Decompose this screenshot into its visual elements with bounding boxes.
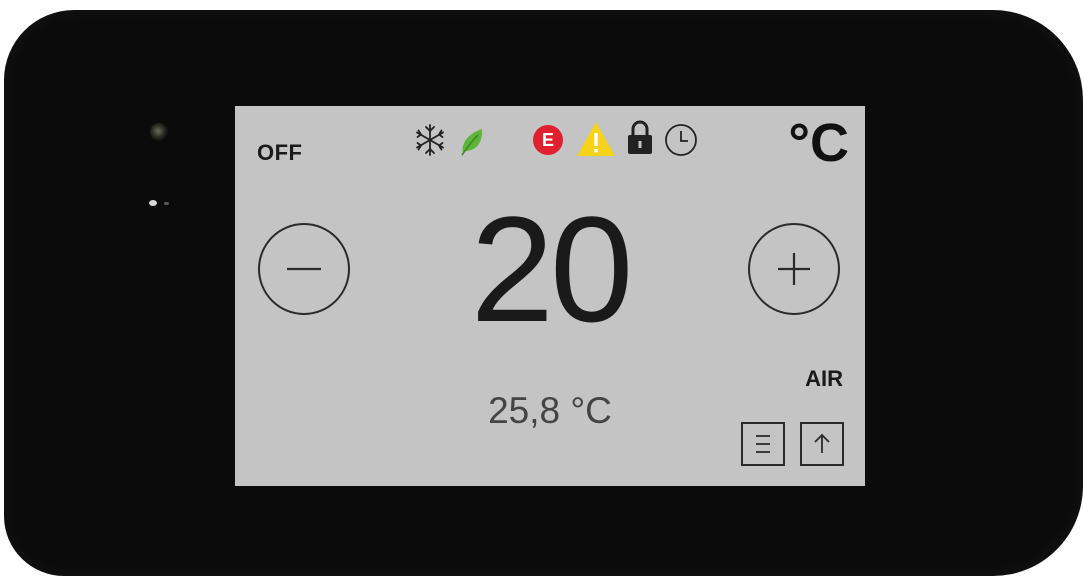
thermostat-screen: OFF °C E 20 25,8 °C AIR	[235, 106, 865, 486]
sensor-source-label[interactable]: AIR	[805, 366, 843, 392]
increase-temperature-button[interactable]	[748, 223, 840, 315]
status-light-secondary	[164, 202, 169, 205]
clock-icon	[665, 124, 697, 156]
menu-icon	[756, 435, 770, 453]
temperature-unit-label[interactable]: °C	[788, 116, 849, 170]
menu-button[interactable]	[741, 422, 785, 466]
status-light	[149, 200, 157, 206]
ambient-sensor-led	[150, 123, 168, 141]
plus-icon	[778, 253, 810, 285]
svg-text:E: E	[542, 130, 554, 150]
leaf-icon	[461, 129, 483, 156]
lock-icon	[628, 120, 652, 154]
mode-label[interactable]: OFF	[257, 140, 303, 166]
up-arrow-button[interactable]	[800, 422, 844, 466]
snowflake-icon	[416, 124, 444, 156]
arrow-up-icon	[814, 433, 830, 453]
warning-icon	[577, 122, 615, 156]
error-icon: E	[533, 125, 563, 155]
